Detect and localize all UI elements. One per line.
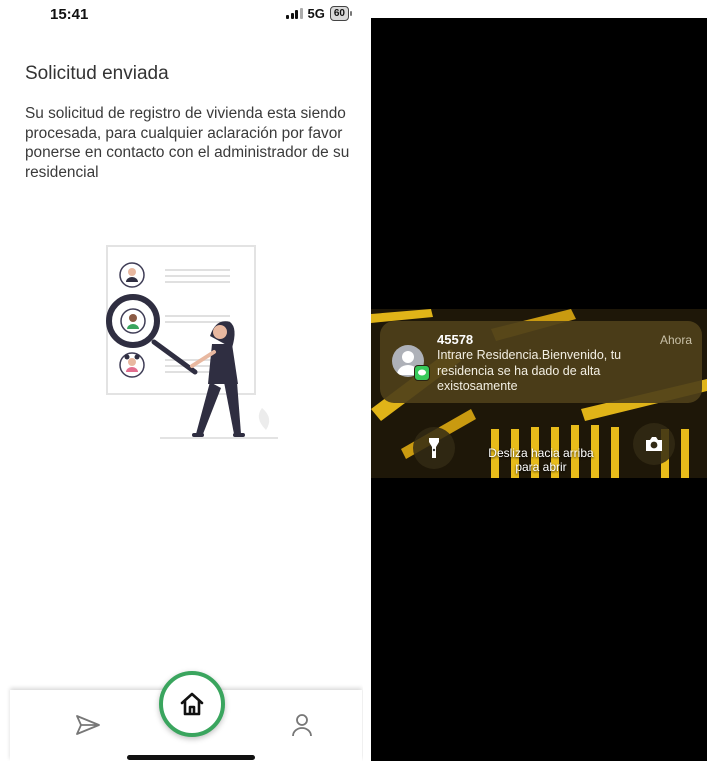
app-screen: 15:41 5G 60 Solicitud enviada Su solicit… <box>0 0 363 761</box>
signal-icon <box>286 8 303 19</box>
user-icon <box>292 714 312 737</box>
lock-screen: 45578 Ahora Intrare Residencia.Bienvenid… <box>371 18 707 761</box>
send-icon <box>76 715 100 735</box>
search-illustration <box>106 245 278 439</box>
notification-time: Ahora <box>659 333 692 347</box>
battery-icon: 60 <box>329 6 353 21</box>
status-indicators: 5G 60 <box>286 6 353 21</box>
flashlight-button[interactable] <box>413 427 455 469</box>
home-button[interactable] <box>159 671 225 737</box>
status-bar: 15:41 5G 60 <box>0 0 363 30</box>
page-message: Su solicitud de registro de vivienda est… <box>25 105 350 181</box>
lock-screen-wallpaper: 45578 Ahora Intrare Residencia.Bienvenid… <box>371 309 707 478</box>
nav-send-button[interactable] <box>68 708 108 742</box>
flashlight-icon <box>429 438 439 458</box>
plant-icon <box>258 408 270 430</box>
camera-button[interactable] <box>633 423 675 465</box>
status-time: 15:41 <box>50 6 89 23</box>
messages-icon <box>414 365 430 381</box>
nav-profile-button[interactable] <box>282 708 322 742</box>
swipe-hint: Desliza hacia arriba para abrir <box>488 446 594 474</box>
page-title: Solicitud enviada <box>25 63 169 84</box>
battery-level: 60 <box>333 8 345 19</box>
network-label: 5G <box>307 6 325 21</box>
camera-icon <box>646 437 662 451</box>
home-icon <box>180 692 204 716</box>
notification-body: Intrare Residencia.Bienvenido, tu reside… <box>437 348 622 393</box>
home-indicator <box>127 755 255 760</box>
notification-sender: 45578 <box>437 332 474 347</box>
message-notification[interactable]: 45578 Ahora Intrare Residencia.Bienvenid… <box>380 321 702 403</box>
